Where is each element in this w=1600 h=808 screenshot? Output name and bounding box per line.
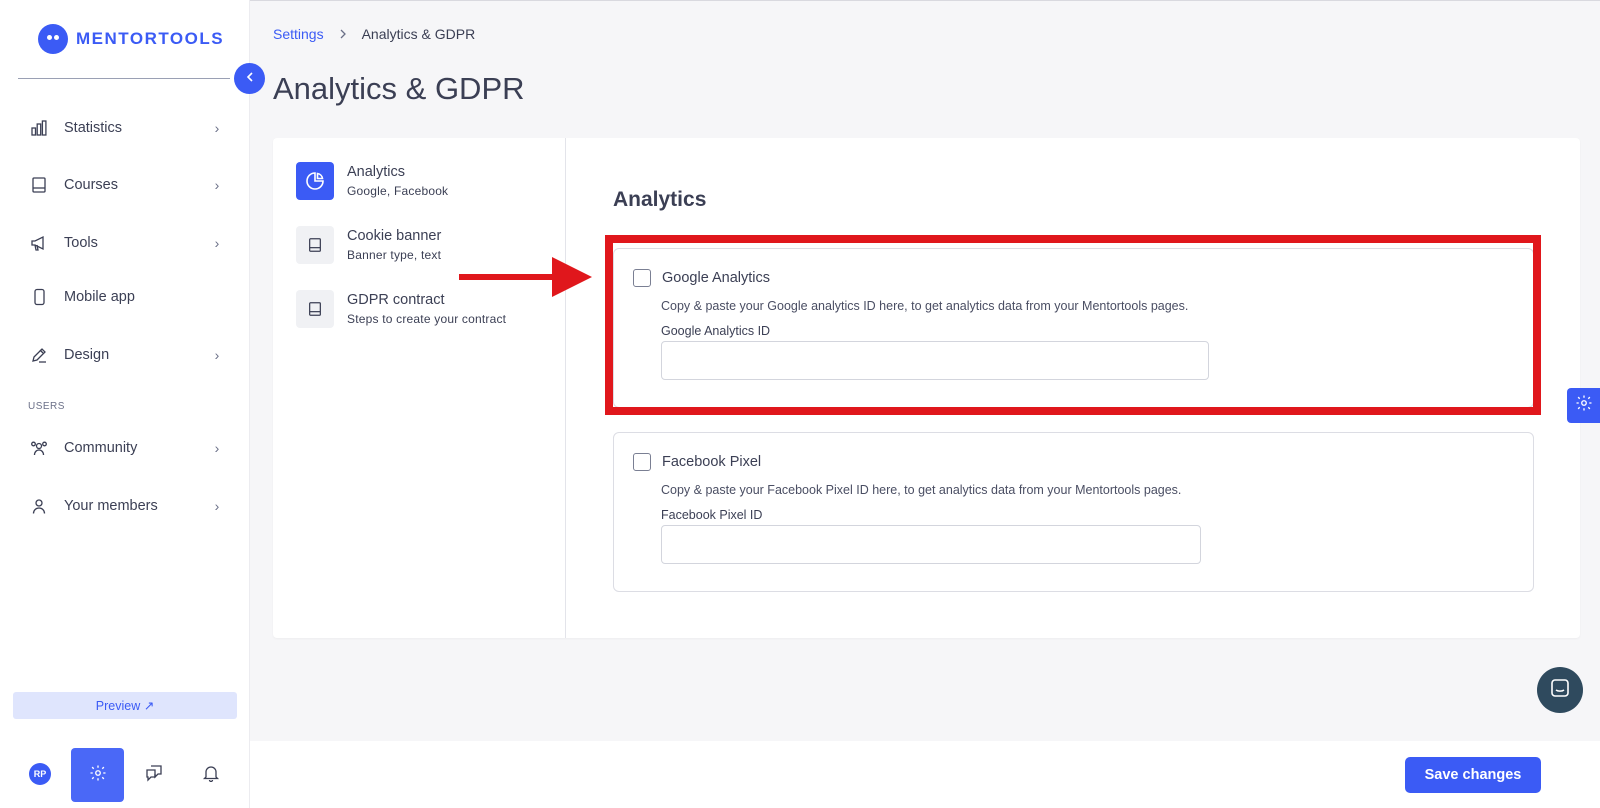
section-label-users: USERS	[28, 401, 65, 412]
sidebar-item-tools[interactable]: Tools ›	[28, 227, 224, 259]
pie-chart-icon	[296, 162, 334, 200]
support-chat-button[interactable]	[1537, 667, 1583, 713]
book-icon	[296, 226, 334, 264]
facebook-pixel-id-input[interactable]	[661, 525, 1201, 564]
pencil-icon	[28, 344, 50, 366]
gear-icon	[89, 764, 107, 787]
sidebar-item-label: Mobile app	[64, 289, 135, 305]
sidebar-item-label: Design	[64, 347, 110, 363]
chevron-right-icon: ›	[214, 440, 220, 456]
sidebar-item-courses[interactable]: Courses ›	[28, 169, 224, 201]
subnav-item-analytics[interactable]: Analytics Google, Facebook	[296, 162, 448, 200]
chat-icon	[1549, 677, 1571, 704]
subnav-item-cookie-banner[interactable]: Cookie banner Banner type, text	[296, 226, 441, 264]
google-analytics-id-input[interactable]	[661, 341, 1209, 380]
chevron-right-icon: ›	[214, 235, 220, 251]
breadcrumb-settings-link[interactable]: Settings	[273, 26, 324, 42]
sidebar-item-design[interactable]: Design ›	[28, 339, 224, 371]
chevron-right-icon: ›	[214, 498, 220, 514]
google-analytics-card: Google Analytics Copy & paste your Googl…	[613, 248, 1534, 408]
google-analytics-checkbox[interactable]	[633, 269, 651, 287]
card-title: Facebook Pixel	[662, 454, 762, 470]
sidebar-divider	[18, 78, 230, 79]
messages-button[interactable]	[142, 763, 166, 787]
card-description: Copy & paste your Google analytics ID he…	[661, 299, 1189, 313]
sidebar-item-statistics[interactable]: Statistics ›	[28, 112, 224, 144]
floating-settings-button[interactable]	[1567, 388, 1600, 423]
subnav-desc: Google, Facebook	[347, 184, 449, 198]
sidebar-item-label: Your members	[64, 498, 158, 514]
chevron-right-icon: ›	[214, 120, 220, 136]
sidebar-item-label: Statistics	[64, 120, 123, 136]
breadcrumb-current: Analytics & GDPR	[361, 26, 476, 42]
chevron-left-icon	[244, 70, 256, 88]
section-title: Analytics	[613, 188, 707, 211]
google-analytics-toggle[interactable]: Google Analytics	[633, 269, 770, 287]
notifications-button[interactable]	[199, 763, 223, 787]
settings-button[interactable]	[71, 748, 124, 802]
preview-button[interactable]: Preview ↗	[13, 692, 237, 719]
annotation-arrow-icon	[459, 257, 592, 297]
chevron-right-icon: ›	[214, 177, 220, 193]
book-icon	[28, 174, 50, 196]
field-label: Google Analytics ID	[661, 324, 771, 338]
sidebar-item-label: Community	[64, 440, 138, 456]
settings-panel: Analytics Google, Facebook Cookie banner…	[273, 138, 1580, 638]
phone-icon	[28, 286, 50, 308]
facebook-pixel-checkbox[interactable]	[633, 453, 651, 471]
book-icon	[296, 290, 334, 328]
chevron-right-icon	[338, 27, 348, 42]
facebook-pixel-card: Facebook Pixel Copy & paste your Faceboo…	[613, 432, 1534, 592]
collapse-sidebar-button[interactable]	[234, 63, 265, 94]
sidebar-item-label: Courses	[64, 177, 118, 193]
subnav-desc: Steps to create your contract	[347, 312, 507, 326]
save-changes-button[interactable]: Save changes	[1405, 757, 1541, 793]
people-icon	[28, 437, 50, 459]
subnav-desc: Banner type, text	[347, 248, 442, 262]
sidebar-item-label: Tools	[64, 235, 98, 251]
panel-divider	[565, 138, 566, 638]
sidebar-item-your-members[interactable]: Your members ›	[28, 490, 224, 522]
sidebar: MENTORTOOLS Statistics › Courses › Tools…	[0, 0, 250, 808]
gear-icon	[1575, 394, 1593, 417]
chevron-right-icon: ›	[214, 347, 220, 363]
chat-bubbles-icon	[144, 763, 164, 788]
subnav-title: Analytics	[347, 164, 406, 180]
field-label: Facebook Pixel ID	[661, 508, 763, 522]
logo-robot-icon	[38, 24, 68, 54]
subnav-title: Cookie banner	[347, 228, 442, 244]
bar-chart-icon	[28, 117, 50, 139]
logo-text: MENTORTOOLS	[76, 29, 225, 48]
breadcrumb: Settings Analytics & GDPR	[273, 26, 475, 42]
sidebar-item-community[interactable]: Community ›	[28, 432, 224, 464]
footer-bar	[250, 741, 1600, 808]
logo[interactable]: MENTORTOOLS	[38, 24, 224, 54]
facebook-pixel-toggle[interactable]: Facebook Pixel	[633, 453, 761, 471]
page-title: Analytics & GDPR	[273, 71, 525, 106]
card-description: Copy & paste your Facebook Pixel ID here…	[661, 483, 1182, 497]
megaphone-icon	[28, 232, 50, 254]
sidebar-item-mobile-app[interactable]: Mobile app	[28, 281, 224, 313]
bell-icon	[202, 764, 220, 787]
avatar[interactable]: RP	[29, 763, 51, 785]
card-title: Google Analytics	[662, 270, 771, 286]
user-icon	[28, 495, 50, 517]
